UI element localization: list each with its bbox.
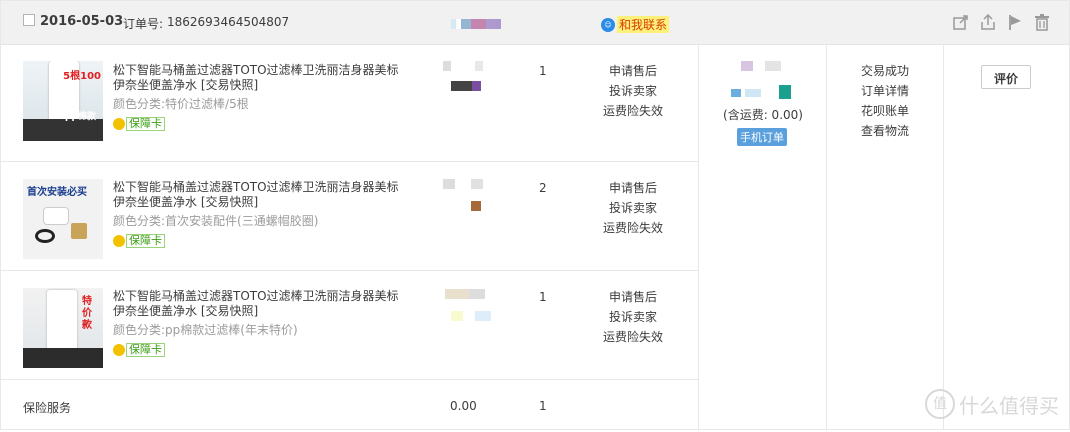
order-number-label: 订单号: <box>123 17 164 31</box>
price-blurred <box>451 81 481 91</box>
item-actions: 申请售后 投诉卖家 运费险失效 <box>601 61 665 121</box>
thumb-sublabel: pp棉款 <box>65 112 96 122</box>
order-detail-link[interactable]: 订单详情 <box>847 81 923 101</box>
order-item-row: 首次安装必买 松下智能马桶盖过滤器TOTO过滤棒卫洗丽洁身器美标伊奈坐便盖净水 … <box>1 162 698 271</box>
price-blurred <box>445 289 485 299</box>
order-header: 2016-05-03 订单号: 1862693464504807 ☺ 和我联系 <box>1 1 1069 45</box>
column-divider <box>943 45 944 429</box>
column-divider <box>826 45 827 429</box>
chat-icon: ☺ <box>601 17 615 32</box>
review-button[interactable]: 评价 <box>981 65 1031 89</box>
header-actions <box>952 13 1051 31</box>
total-price-blurred <box>741 61 781 71</box>
column-divider <box>698 45 699 429</box>
shipping-fee: (含运费: 0.00) <box>723 108 803 122</box>
item-actions: 申请售后 投诉卖家 运费险失效 <box>601 287 665 347</box>
thumb-label: 特价款 <box>82 296 92 331</box>
order-status: 交易成功 订单详情 花呗账单 查看物流 <box>847 61 923 141</box>
complain-link[interactable]: 投诉卖家 <box>601 307 665 327</box>
order-date: 2016-05-03 <box>40 14 124 29</box>
upload-icon[interactable] <box>979 13 997 31</box>
shop-name-blurred[interactable] <box>451 19 501 29</box>
price-blurred <box>451 311 491 321</box>
mobile-order-tag: 手机订单 <box>737 128 787 146</box>
contact-seller-button[interactable]: ☺ 和我联系 <box>601 16 670 33</box>
product-thumbnail[interactable]: 5根100 pp棉款 <box>23 61 103 141</box>
order-card: 2016-05-03 订单号: 1862693464504807 ☺ 和我联系 <box>0 0 1070 430</box>
insurance-label: 保险服务 <box>23 401 72 415</box>
guarantee-badge[interactable]: 保障卡 <box>113 117 165 131</box>
product-sku: 颜色分类:首次安装配件(三通螺帽胶圈) <box>113 214 319 228</box>
order-item-row: 特价款 松下智能马桶盖过滤器TOTO过滤棒卫洗丽洁身器美标伊奈坐便盖净水 [交易… <box>1 271 698 380</box>
product-title-link[interactable]: 松下智能马桶盖过滤器TOTO过滤棒卫洗丽洁身器美标伊奈坐便盖净水 [交易快照] <box>113 63 408 93</box>
huabei-bill-link[interactable]: 花呗账单 <box>847 101 923 121</box>
contact-seller-label: 和我联系 <box>617 16 670 33</box>
watermark-logo-icon: 值 <box>925 389 955 419</box>
guarantee-icon <box>113 344 125 356</box>
flag-icon[interactable] <box>1006 13 1024 31</box>
product-thumbnail[interactable]: 特价款 <box>23 288 103 368</box>
product-thumbnail[interactable]: 首次安装必买 <box>23 179 103 259</box>
thumb-label: 5根100 <box>63 71 101 82</box>
order-number: 1862693464504807 <box>167 15 290 29</box>
guarantee-label: 保障卡 <box>126 234 165 248</box>
complain-link[interactable]: 投诉卖家 <box>601 81 665 101</box>
view-logistics-link[interactable]: 查看物流 <box>847 121 923 141</box>
status-trade-success: 交易成功 <box>860 64 909 78</box>
after-sale-link[interactable]: 申请售后 <box>601 287 665 307</box>
thumb-label: 首次安装必买 <box>27 187 87 198</box>
item-actions: 申请售后 投诉卖家 运费险失效 <box>601 178 665 238</box>
share-icon[interactable] <box>952 13 970 31</box>
guarantee-label: 保障卡 <box>126 117 165 131</box>
item-quantity: 1 <box>539 290 547 304</box>
insurance-quantity: 1 <box>539 399 547 413</box>
insurance-price: 0.00 <box>450 399 477 413</box>
order-item-row: 5根100 pp棉款 松下智能马桶盖过滤器TOTO过滤棒卫洗丽洁身器美标伊奈坐便… <box>1 45 698 162</box>
product-sku: 颜色分类:pp棉款过滤棒(年末特价) <box>113 323 298 337</box>
shipping-insurance-text: 运费险失效 <box>602 104 663 118</box>
shipping-insurance-text: 运费险失效 <box>602 221 663 235</box>
price-blurred <box>443 61 483 71</box>
price-blurred <box>471 201 481 211</box>
guarantee-icon <box>113 235 125 247</box>
after-sale-link[interactable]: 申请售后 <box>601 178 665 198</box>
trash-icon[interactable] <box>1033 13 1051 31</box>
guarantee-badge[interactable]: 保障卡 <box>113 234 165 248</box>
product-title-link[interactable]: 松下智能马桶盖过滤器TOTO过滤棒卫洗丽洁身器美标伊奈坐便盖净水 [交易快照] <box>113 180 408 210</box>
guarantee-icon <box>113 118 125 130</box>
complain-link[interactable]: 投诉卖家 <box>601 198 665 218</box>
watermark-text: 什么值得买 <box>959 393 1059 418</box>
price-modified-blurred <box>731 85 791 99</box>
shipping-insurance-text: 运费险失效 <box>602 330 663 344</box>
guarantee-label: 保障卡 <box>126 343 165 357</box>
after-sale-link[interactable]: 申请售后 <box>601 61 665 81</box>
item-quantity: 2 <box>539 181 547 195</box>
guarantee-badge[interactable]: 保障卡 <box>113 343 165 357</box>
price-blurred <box>443 179 483 189</box>
product-sku: 颜色分类:特价过滤棒/5根 <box>113 97 249 111</box>
watermark: 值 什么值得买 <box>925 389 1059 419</box>
order-checkbox[interactable] <box>23 14 35 26</box>
product-title-link[interactable]: 松下智能马桶盖过滤器TOTO过滤棒卫洗丽洁身器美标伊奈坐便盖净水 [交易快照] <box>113 289 408 319</box>
item-quantity: 1 <box>539 64 547 78</box>
